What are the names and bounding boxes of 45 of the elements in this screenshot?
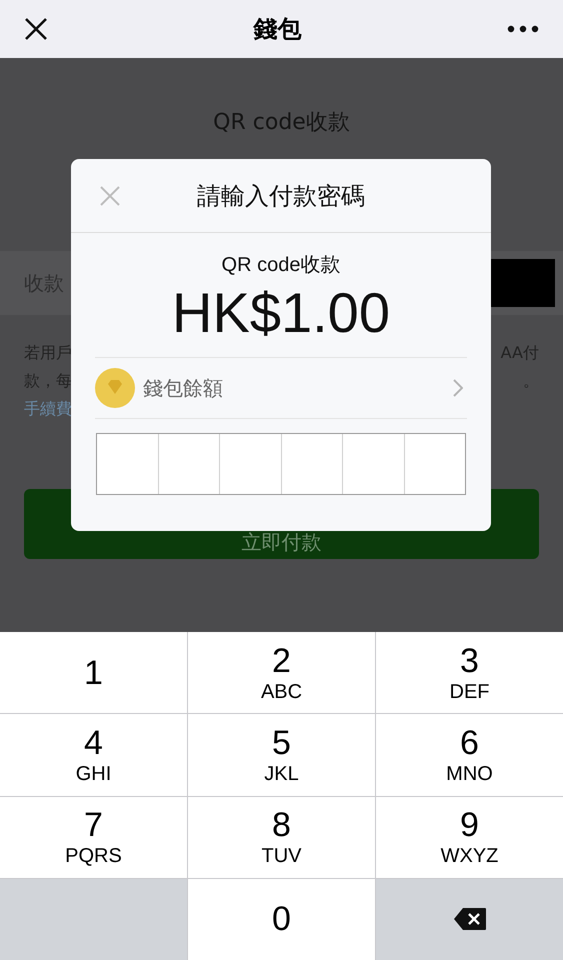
header-title: 錢包 xyxy=(254,14,302,45)
number-key[interactable]: 7 PQRS xyxy=(0,796,187,878)
number-key[interactable]: 0 xyxy=(188,878,375,960)
key-letters: TUV xyxy=(262,846,302,866)
close-icon[interactable] xyxy=(24,17,48,41)
dialog-title: 請輸入付款密碼 xyxy=(197,180,365,212)
key-letters: ABC xyxy=(260,682,302,702)
key-digit: 8 xyxy=(272,808,291,842)
backspace-icon xyxy=(452,907,486,932)
dialog-subtitle: QR code收款 xyxy=(222,255,340,275)
page-title: QR code收款 xyxy=(212,109,351,137)
number-key[interactable]: 3 DEF xyxy=(376,632,563,714)
key-letters: JKL xyxy=(264,764,299,784)
key-digit: 7 xyxy=(84,808,103,842)
delete-key[interactable] xyxy=(376,878,563,960)
key-letters: MNO xyxy=(446,764,493,784)
key-digit: 2 xyxy=(272,644,291,678)
key-digit: 5 xyxy=(272,726,291,760)
number-key[interactable]: 1 xyxy=(0,632,187,714)
note-text: 。 xyxy=(523,370,539,392)
key-digit: 4 xyxy=(84,726,103,760)
key-digit: 3 xyxy=(460,644,479,678)
key-digit: 1 xyxy=(84,656,103,690)
method-label: 錢包餘額 xyxy=(143,375,223,402)
number-key[interactable]: 4 GHI xyxy=(0,714,187,796)
amount-text: HK$1.00 xyxy=(172,285,390,341)
key-digit: 0 xyxy=(272,902,291,936)
key-digit: 9 xyxy=(460,808,479,842)
password-field[interactable] xyxy=(96,433,466,495)
number-key[interactable]: 2 ABC xyxy=(188,632,375,714)
key-letters: GHI xyxy=(76,764,112,784)
redaction-block xyxy=(491,259,555,307)
number-key[interactable]: 9 WXYZ xyxy=(376,796,563,878)
key-letters: PQRS xyxy=(65,846,122,866)
note-text: 手續費 xyxy=(24,398,72,420)
number-key[interactable]: 5 JKL xyxy=(188,714,375,796)
key-letters: DEF xyxy=(450,682,490,702)
number-key[interactable]: 6 MNO xyxy=(376,714,563,796)
chevron-icon xyxy=(453,379,463,397)
more-icon[interactable] xyxy=(507,25,539,33)
coin-icon xyxy=(95,368,135,408)
payment-method-row[interactable]: 錢包餘額 xyxy=(95,357,467,419)
key-letters: WXYZ xyxy=(440,846,498,866)
key-digit: 6 xyxy=(460,726,479,760)
number-key[interactable]: 8 TUV xyxy=(188,796,375,878)
